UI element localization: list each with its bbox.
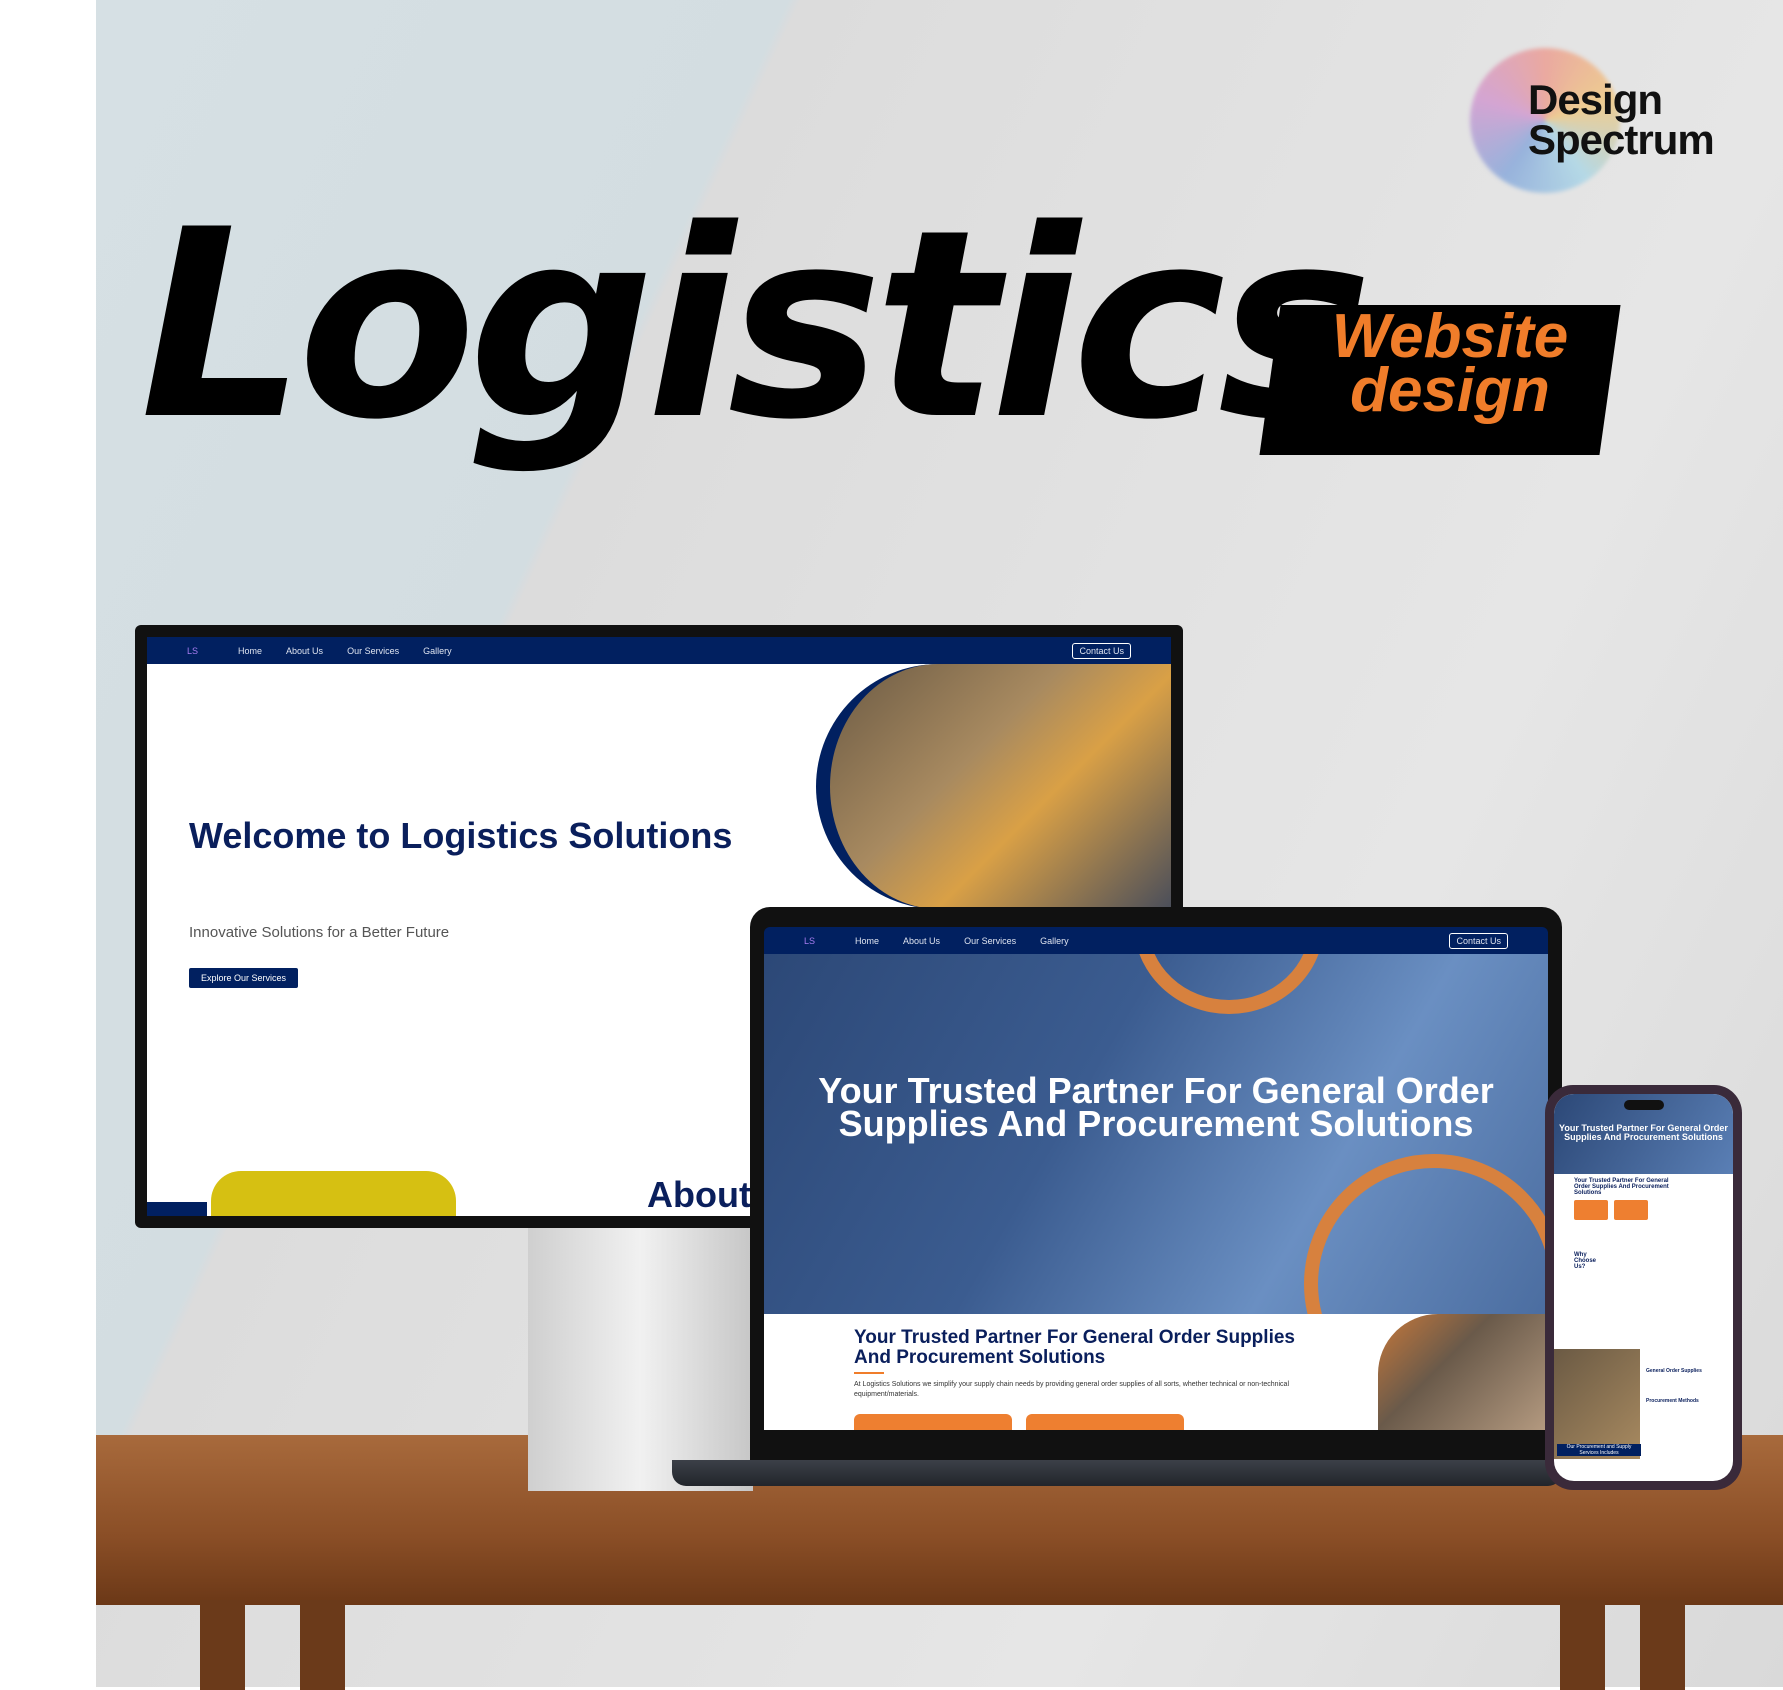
nav-services[interactable]: Our Services — [964, 936, 1016, 946]
divider — [854, 1372, 884, 1374]
navy-strip — [147, 1202, 207, 1216]
table-leg — [200, 1600, 245, 1690]
phone-card[interactable] — [1574, 1200, 1608, 1220]
why-choose-title: Why Choose Us? — [1574, 1252, 1597, 1270]
laptop-paragraph: At Logistics Solutions we simplify your … — [854, 1381, 1290, 1398]
headline-title: Logistics — [140, 175, 1373, 477]
procurement-methods-title: Procurement Methods — [1646, 1398, 1699, 1404]
smartphone: Your Trusted Partner For General Order S… — [1545, 1085, 1742, 1490]
contact-button[interactable]: Contact Us — [1072, 642, 1131, 659]
orange-arc — [1304, 1154, 1548, 1314]
warehouse-workers-image — [816, 664, 1171, 909]
laptop-section-title: Your Trusted Partner For General Order S… — [854, 1327, 1295, 1368]
explore-services-button[interactable]: Explore Our Services — [189, 968, 299, 988]
contact-button[interactable]: Contact Us — [1449, 932, 1508, 949]
desktop-subtitle: Innovative Solutions for a Better Future — [189, 924, 450, 941]
nav-logo[interactable]: LS — [187, 646, 198, 656]
phone-notch — [1624, 1100, 1664, 1110]
nav-about[interactable]: About Us — [903, 936, 940, 946]
general-supplies-title: General Order Supplies — [1646, 1368, 1702, 1374]
service-card[interactable] — [854, 1414, 1012, 1430]
orange-arc — [1134, 954, 1324, 1014]
about-heading: About — [647, 1174, 751, 1215]
laptop-hero-title: Your Trusted Partner For General Order S… — [818, 1070, 1494, 1144]
phone-screen: Your Trusted Partner For General Order S… — [1554, 1094, 1733, 1481]
nav-logo[interactable]: LS — [804, 936, 815, 946]
table-leg — [1560, 1600, 1605, 1690]
yellow-shape — [211, 1171, 456, 1216]
nav-home[interactable]: Home — [855, 936, 879, 946]
desktop-heading: Welcome to Logistics Solutions — [189, 815, 733, 856]
nav-about[interactable]: About Us — [286, 646, 323, 656]
laptop: LS Home About Us Our Services Gallery Co… — [750, 907, 1562, 1462]
table-leg — [1640, 1600, 1685, 1690]
logo-line2: Spectrum — [1528, 116, 1715, 163]
phone-band-title: Our Procurement and Supply Services Incl… — [1557, 1444, 1641, 1456]
worker-laptop-image — [1378, 1314, 1548, 1430]
design-spectrum-logo: Design Spectrum — [1470, 40, 1740, 195]
desktop-navbar: LS Home About Us Our Services Gallery Co… — [147, 637, 1171, 664]
badge-text: Website design — [1300, 306, 1600, 422]
laptop-intro-section: Your Trusted Partner For General Order S… — [764, 1314, 1548, 1430]
monitor-stand — [528, 1226, 753, 1491]
nav-gallery[interactable]: Gallery — [423, 646, 452, 656]
laptop-hero: Your Trusted Partner For General Order S… — [764, 954, 1548, 1314]
laptop-navbar: LS Home About Us Our Services Gallery Co… — [764, 927, 1548, 954]
nav-gallery[interactable]: Gallery — [1040, 936, 1069, 946]
laptop-base — [672, 1460, 1562, 1486]
phone-section-title: Your Trusted Partner For General Order S… — [1574, 1178, 1669, 1196]
nav-home[interactable]: Home — [238, 646, 262, 656]
table-leg — [300, 1600, 345, 1690]
nav-services[interactable]: Our Services — [347, 646, 399, 656]
badge-line2: design — [1350, 356, 1550, 425]
phone-card[interactable] — [1614, 1200, 1648, 1220]
phone-workers-image — [1554, 1349, 1640, 1459]
service-card[interactable] — [1026, 1414, 1184, 1430]
